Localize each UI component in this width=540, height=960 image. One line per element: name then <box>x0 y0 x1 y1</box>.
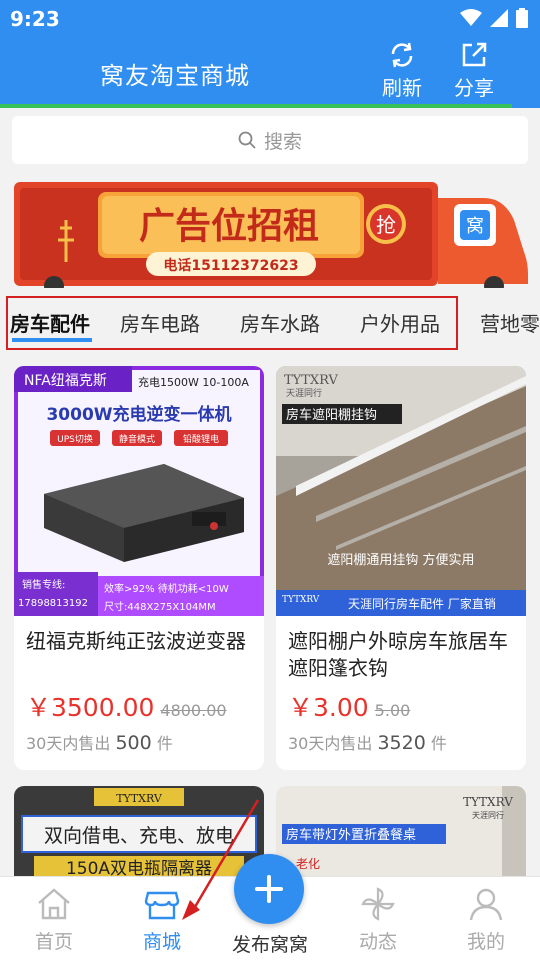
share-icon <box>462 42 487 67</box>
user-icon <box>469 888 503 921</box>
img-spec: 充电1500W 10-100A <box>138 375 249 389</box>
img-efficiency: 效率>92% 待机功耗<10W <box>104 582 229 595</box>
share-label: 分享 <box>454 76 494 100</box>
loading-progress-bar <box>0 104 512 108</box>
sold-count: 30天内售出 500 件 <box>26 730 173 754</box>
share-button[interactable]: 分享 <box>444 40 504 101</box>
product-price: ￥3.00 <box>288 693 369 722</box>
img-hotline: 17898813192 <box>18 598 88 609</box>
nav-mine-label: 我的 <box>466 931 505 953</box>
home-icon <box>38 888 70 920</box>
nav-moments[interactable]: 动态 <box>333 885 423 954</box>
sold-unit: 件 <box>430 734 447 753</box>
nav-mine[interactable]: 我的 <box>441 885 531 954</box>
search-placeholder: 搜索 <box>263 130 302 153</box>
category-tabs: 房车配件 房车电路 房车水路 户外用品 营地零 <box>0 294 540 350</box>
nav-moments-label: 动态 <box>358 931 397 953</box>
product-image: TYTXRV 天涯同行 房车遮阳棚挂钩 遮阳棚通用挂钩 方便实用 TYTXRV … <box>276 366 526 616</box>
img-headline: 3000W充电逆变一体机 <box>46 404 231 425</box>
img-size: 尺寸:448X275X104MM <box>104 600 216 613</box>
nav-mall-label: 商城 <box>142 931 181 953</box>
app-header: 9:23 窝友淘宝商城 刷新 分享 <box>0 0 540 108</box>
img-logo: TYTXRV <box>463 795 513 809</box>
refresh-label: 刷新 <box>382 76 422 100</box>
ad-banner[interactable]: 窝 广告位招租 电话15112372623 抢 <box>14 180 528 288</box>
sold-count: 30天内售出 3520 件 <box>288 730 447 754</box>
refresh-icon <box>391 42 413 68</box>
img-tag: 静音模式 <box>119 433 155 445</box>
img-tag: 铅酸锂电 <box>183 433 219 445</box>
banner-badge: 窝 <box>466 216 484 237</box>
page-title: 窝友淘宝商城 <box>100 62 250 90</box>
pinwheel-icon <box>361 887 395 921</box>
sold-unit: 件 <box>156 734 173 753</box>
sold-prefix: 30天内售出 <box>26 734 111 753</box>
price-row: ￥3.00 5.00 <box>288 688 410 724</box>
status-icons <box>460 8 528 28</box>
img-brand: NFA纽福克斯 <box>24 373 107 389</box>
wifi-icon <box>460 9 482 26</box>
img-logo-sub: 天涯同行 <box>286 387 322 399</box>
tab-camp[interactable]: 营地零 <box>480 308 540 337</box>
nav-home[interactable]: 首页 <box>9 885 99 954</box>
img-logo-sub: 天涯同行 <box>472 810 504 820</box>
banner-grab: 抢 <box>376 213 396 237</box>
sold-number: 3520 <box>377 732 426 754</box>
arrow-annotation <box>182 799 260 920</box>
banner-headline: 广告位招租 <box>139 206 319 247</box>
product-title: 纽福克斯纯正弦波逆变器 <box>26 629 246 653</box>
refresh-button[interactable]: 刷新 <box>372 40 432 101</box>
battery-icon <box>516 8 528 28</box>
img-hotline-label: 销售专线: <box>22 578 65 591</box>
product-card[interactable]: TYTXRV 天涯同行 房车遮阳棚挂钩 遮阳棚通用挂钩 方便实用 TYTXRV … <box>276 366 526 770</box>
sold-prefix: 30天内售出 <box>288 734 373 753</box>
product-price: ￥3500.00 <box>26 693 155 722</box>
product-image: TYTXRV 天涯同行 房车带灯外置折叠餐桌 老化 <box>276 786 526 876</box>
product-original-price: 4800.00 <box>160 701 227 720</box>
img-headline: 房车带灯外置折叠餐桌 <box>286 827 416 843</box>
product-original-price: 5.00 <box>374 701 411 720</box>
publish-label: 发布窝窝 <box>231 934 308 956</box>
search-icon <box>238 131 256 149</box>
img-top-label: 房车遮阳棚挂钩 <box>286 407 377 423</box>
product-image: NFA纽福克斯 充电1500W 10-100A 3000W充电逆变一体机 UPS… <box>14 366 264 616</box>
img-footer-logo: TYTXRV <box>282 595 320 605</box>
sold-number: 500 <box>115 732 152 754</box>
product-title: 遮阳棚户外晾房车旅居车遮阳篷衣钩 <box>288 629 508 680</box>
status-bar: 9:23 <box>0 0 540 36</box>
img-tag: UPS切换 <box>57 433 93 445</box>
search-input[interactable]: 搜索 <box>12 116 528 164</box>
product-card[interactable]: NFA纽福克斯 充电1500W 10-100A 3000W充电逆变一体机 UPS… <box>14 366 264 770</box>
price-row: ￥3500.00 4800.00 <box>26 688 227 724</box>
img-logo: TYTXRV <box>116 792 163 805</box>
img-caption: 遮阳棚通用挂钩 方便实用 <box>327 552 474 568</box>
nav-home-label: 首页 <box>34 931 73 953</box>
product-card[interactable]: TYTXRV 天涯同行 房车带灯外置折叠餐桌 老化 <box>276 786 526 876</box>
signal-icon <box>490 9 508 27</box>
img-logo: TYTXRV <box>284 373 339 388</box>
highlight-box <box>6 296 458 350</box>
status-time: 9:23 <box>10 7 60 31</box>
img-footer: 天涯同行房车配件 厂家直销 <box>348 596 496 611</box>
banner-phone: 电话15112372623 <box>163 257 298 274</box>
